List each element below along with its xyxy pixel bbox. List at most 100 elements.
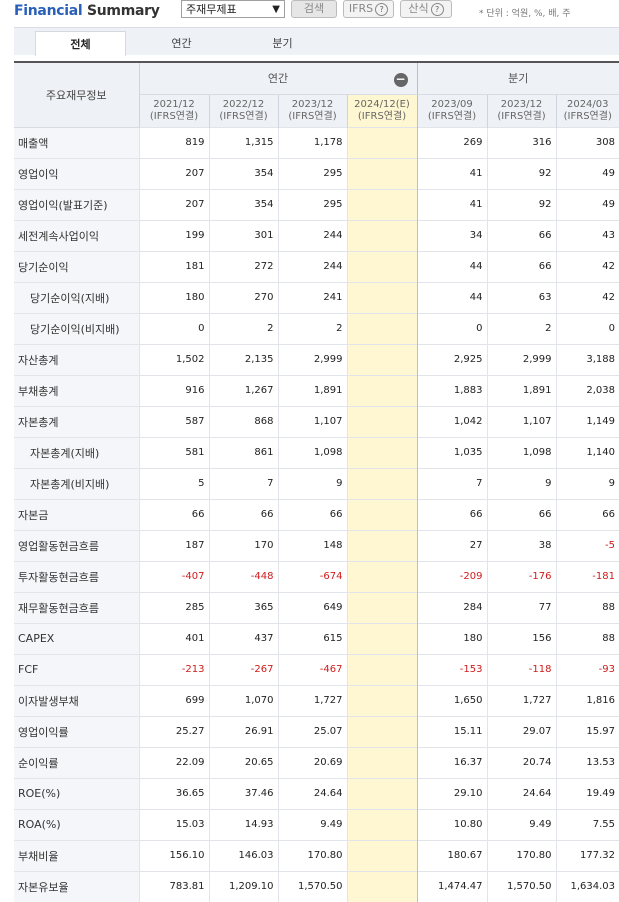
table-cell: 1,107	[487, 406, 556, 437]
table-cell: 2,925	[417, 344, 487, 375]
row-label[interactable]: 영업이익(발표기준)	[14, 189, 139, 220]
table-cell: 20.74	[487, 747, 556, 778]
table-cell	[347, 747, 417, 778]
statement-type-value: 주재무제표	[186, 3, 237, 16]
column-header: 2024/03(IFRS연결)	[556, 94, 619, 127]
statement-type-select[interactable]: 주재무제표 ▼	[181, 0, 285, 18]
table-cell: 9	[556, 468, 619, 499]
table-cell: 88	[556, 623, 619, 654]
table-cell: 2	[487, 313, 556, 344]
table-cell: 66	[417, 499, 487, 530]
table-cell: 9	[487, 468, 556, 499]
table-cell: 10.80	[417, 809, 487, 840]
row-label[interactable]: 영업활동현금흐름	[14, 530, 139, 561]
question-icon: ?	[375, 3, 388, 16]
table-cell: 13.53	[556, 747, 619, 778]
table-row: 재무활동현금흐름2853656492847788	[14, 592, 619, 623]
table-cell: 180	[139, 282, 209, 313]
table-cell	[347, 313, 417, 344]
formula-help-button[interactable]: 산식?	[400, 0, 452, 18]
table-cell	[347, 840, 417, 871]
table-cell: -181	[556, 561, 619, 592]
table-cell: 7	[417, 468, 487, 499]
row-label[interactable]: 순이익률	[14, 747, 139, 778]
table-cell: 581	[139, 437, 209, 468]
tab-all[interactable]: 전체	[35, 31, 126, 56]
table-cell	[347, 778, 417, 809]
row-label: 자본총계(비지배)	[14, 468, 139, 499]
table-cell: 1,070	[209, 685, 278, 716]
row-label[interactable]: 세전계속사업이익	[14, 220, 139, 251]
table-cell: 2,999	[487, 344, 556, 375]
table-cell: 269	[417, 127, 487, 158]
row-label[interactable]: 자본금	[14, 499, 139, 530]
row-label[interactable]: 이자발생부채	[14, 685, 139, 716]
table-cell: 170.80	[278, 840, 347, 871]
table-cell: 49	[556, 189, 619, 220]
table-cell: 401	[139, 623, 209, 654]
table-cell: 148	[278, 530, 347, 561]
table-cell: 207	[139, 189, 209, 220]
table-cell: 16.37	[417, 747, 487, 778]
table-cell	[347, 623, 417, 654]
table-cell: -213	[139, 654, 209, 685]
table-cell	[347, 251, 417, 282]
table-cell: 7.55	[556, 809, 619, 840]
tab-annual[interactable]: 연간	[136, 31, 227, 56]
row-label[interactable]: 재무활동현금흐름	[14, 592, 139, 623]
row-label[interactable]: 매출액	[14, 127, 139, 158]
search-button[interactable]: 검색	[291, 0, 337, 18]
column-basis: (IFRS연결)	[557, 111, 619, 123]
table-cell: -407	[139, 561, 209, 592]
row-label[interactable]: ROA(%)	[14, 809, 139, 840]
table-cell: 25.27	[139, 716, 209, 747]
column-basis: (IFRS연결)	[140, 111, 209, 123]
table-cell: -467	[278, 654, 347, 685]
table-cell: 2	[209, 313, 278, 344]
ifrs-help-button[interactable]: IFRS?	[343, 0, 394, 18]
collapse-minus-icon[interactable]: −	[394, 73, 408, 87]
table-row: 자본총계(비지배)579799	[14, 468, 619, 499]
table-cell: 66	[209, 499, 278, 530]
table-cell: 180	[417, 623, 487, 654]
table-cell: 15.11	[417, 716, 487, 747]
table-cell: 1,570.50	[278, 871, 347, 902]
table-cell: 1,035	[417, 437, 487, 468]
column-basis: (IFRS연결)	[210, 111, 278, 123]
table-row: 세전계속사업이익199301244346643	[14, 220, 619, 251]
table-cell: 66	[278, 499, 347, 530]
chevron-down-icon: ▼	[272, 1, 280, 19]
row-label[interactable]: ROE(%)	[14, 778, 139, 809]
column-period: 2023/12	[279, 99, 347, 111]
financial-summary-table: 주요재무정보 연간 − 분기 2021/12(IFRS연결)2022/12(IF…	[14, 61, 619, 902]
table-row: 영업이익207354295419249	[14, 158, 619, 189]
period-tabs: 전체 연간 분기	[14, 27, 619, 55]
table-cell: 1,634.03	[556, 871, 619, 902]
table-cell: -153	[417, 654, 487, 685]
table-cell: 308	[556, 127, 619, 158]
row-label[interactable]: 영업이익률	[14, 716, 139, 747]
row-label[interactable]: 영업이익	[14, 158, 139, 189]
row-label[interactable]: 부채총계	[14, 375, 139, 406]
table-cell	[347, 468, 417, 499]
row-label[interactable]: CAPEX	[14, 623, 139, 654]
table-cell: 1,727	[487, 685, 556, 716]
table-cell: 66	[487, 499, 556, 530]
table-cell: -448	[209, 561, 278, 592]
table-cell: 34	[417, 220, 487, 251]
table-cell: 295	[278, 158, 347, 189]
table-cell: 295	[278, 189, 347, 220]
tab-quarter[interactable]: 분기	[237, 31, 328, 56]
table-cell: 177.32	[556, 840, 619, 871]
row-label[interactable]: FCF	[14, 654, 139, 685]
row-label[interactable]: 투자활동현금흐름	[14, 561, 139, 592]
row-label[interactable]: 자산총계	[14, 344, 139, 375]
row-label[interactable]: 자본총계	[14, 406, 139, 437]
table-cell	[347, 592, 417, 623]
table-cell: 199	[139, 220, 209, 251]
row-label[interactable]: 당기순이익	[14, 251, 139, 282]
column-period: 2023/09	[418, 99, 487, 111]
row-label[interactable]: 부채비율	[14, 840, 139, 871]
table-cell: 354	[209, 158, 278, 189]
row-label[interactable]: 자본유보율	[14, 871, 139, 902]
